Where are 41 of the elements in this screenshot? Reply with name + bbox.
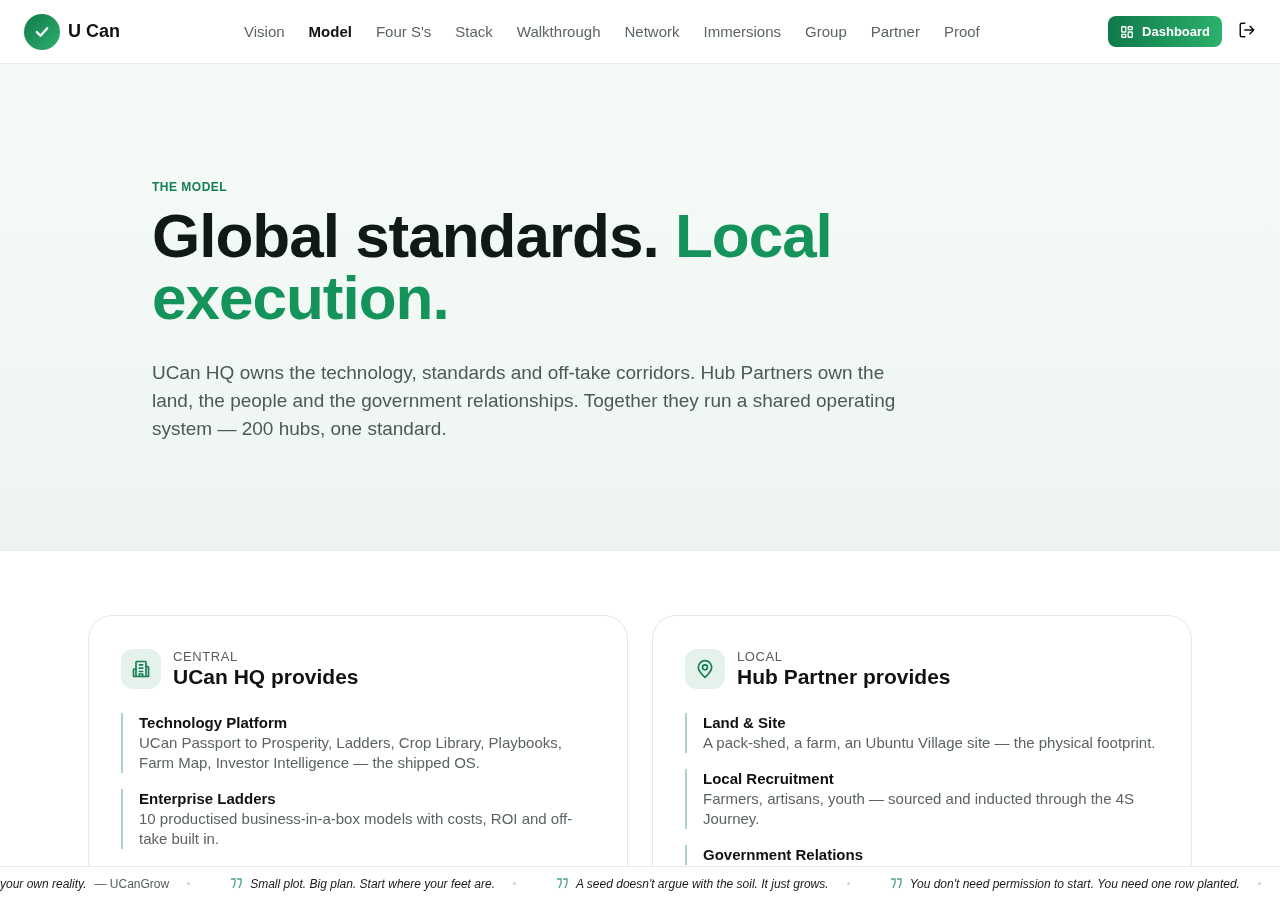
dashboard-button[interactable]: Dashboard [1108, 16, 1222, 47]
quote-text: your own reality. [0, 876, 87, 891]
nav-link[interactable]: Stack [455, 23, 493, 40]
hero-description: UCan HQ owns the technology, standards and off-take corridors. Hub Partners own the land, the people and the government relationships. Together they run a shared operating system — 200 hubs, one standard. [152, 361, 897, 441]
nav-link[interactable]: Walkthrough [516, 23, 601, 40]
quote-text: You don't need permission to start. You need one row planted. [909, 876, 1240, 891]
logout-icon[interactable] [1238, 20, 1256, 39]
quote-author: — UCanGrow [94, 876, 170, 891]
item-description: Farmers, artisans, youth — sourced and inducted through the 4S Journey. [703, 789, 1136, 829]
quote-text: A seed doesn't argue with the soil. It just grows. [575, 876, 829, 891]
brand-name[interactable]: U Can [68, 21, 120, 42]
item-title: Local Recruitment [703, 769, 835, 789]
section-eyebrow: THE MODEL [152, 180, 228, 194]
item-description: 10 productised business-in-a-box models with costs, ROI and off-take built in. [139, 809, 574, 849]
item-title: Enterprise Ladders [139, 789, 277, 809]
card-eyebrow: LOCAL [737, 649, 784, 664]
item-title: Technology Platform [139, 713, 289, 733]
item-description: A pack-shed, a farm, an Ubuntu Village site — the physical footprint. [703, 733, 1157, 753]
nav-link[interactable]: Vision [244, 23, 285, 40]
item-title: Government Relations [703, 845, 865, 865]
card-eyebrow: CENTRAL [173, 649, 239, 664]
check-logo-icon[interactable] [24, 13, 60, 50]
card-title: Hub Partner provides [737, 665, 951, 689]
grid-icon [1120, 24, 1135, 39]
hero-heading: Global standards. Local execution. [152, 205, 833, 329]
quote-icon [889, 878, 902, 889]
quote-icon [230, 878, 243, 889]
building-icon [131, 659, 151, 679]
item-description: UCan Passport to Prosperity, Ladders, Crop Library, Playbooks, Farm Map, Investor Intelligence — the shipped OS. [139, 733, 563, 773]
card-title: UCan HQ provides [173, 665, 359, 689]
nav-link[interactable]: Four S's [375, 23, 432, 40]
nav-link[interactable]: Group [805, 23, 847, 40]
item-title: Land & Site [703, 713, 787, 733]
nav-link[interactable]: Model [308, 23, 352, 40]
quote-text: Small plot. Big plan. Start where your feet are. [250, 876, 495, 891]
quote-icon [555, 878, 568, 889]
nav-link[interactable]: Proof [943, 23, 980, 40]
nav-link[interactable]: Immersions [703, 23, 782, 40]
nav-link[interactable]: Partner [870, 23, 920, 40]
nav-link[interactable]: Network [624, 23, 680, 40]
location-pin-icon [695, 659, 715, 679]
